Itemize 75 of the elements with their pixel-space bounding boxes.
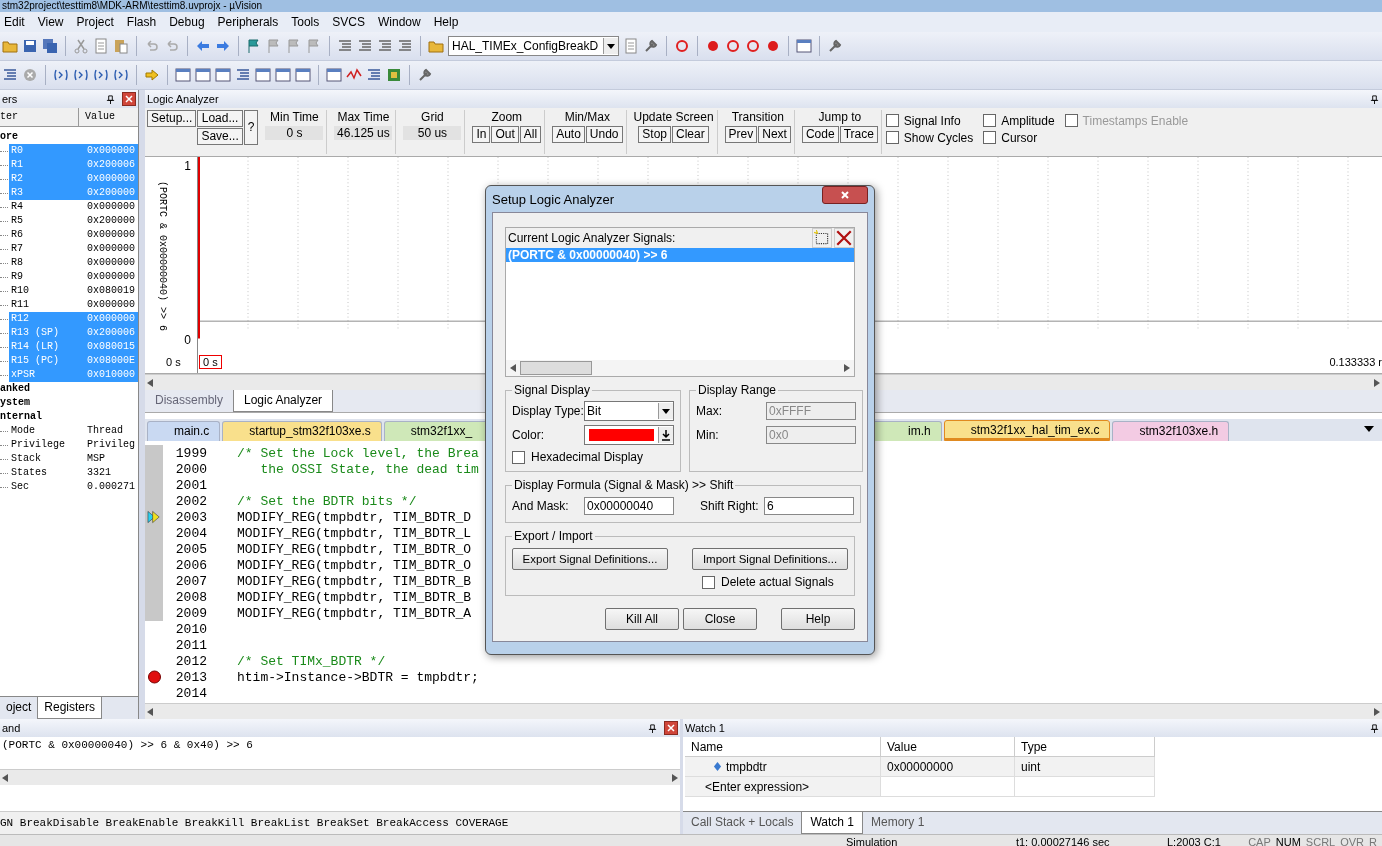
- line-number: 2012: [174, 653, 207, 669]
- code-line: /* Set the BDTR bits */: [237, 493, 417, 509]
- time-label: 0 s: [166, 356, 181, 368]
- window-title: stm32project\testtim8\MDK-ARM\testtim8.uvprojx - µVision: [2, 0, 263, 11]
- line-number: 1999: [174, 445, 207, 461]
- key-indicator: OVR: [1340, 835, 1365, 846]
- time-label: 0.133333 r: [1329, 356, 1382, 368]
- group-label: Transition: [731, 110, 784, 124]
- watch-name: tmpbdtr: [726, 759, 767, 774]
- axis-label: 0: [184, 333, 191, 347]
- dialog-title: Setup Logic Analyzer: [492, 191, 616, 207]
- signal-name: (PORTC & 0x00000040) >> 6: [157, 181, 168, 333]
- group-label: Update Screen: [633, 110, 714, 124]
- field-label: Max:: [696, 404, 723, 418]
- key-indicator: R: [1369, 835, 1377, 846]
- readout-value: 46.125 us: [334, 126, 393, 140]
- line-number: 2014: [174, 685, 207, 701]
- code-line: MODIFY_REG(tmpbdtr, TIM_BDTR_O: [237, 541, 472, 557]
- status-time: t1: 0.00027146 sec: [1015, 835, 1111, 846]
- group-label: Jump to: [818, 110, 862, 124]
- field-label: Color:: [512, 428, 545, 442]
- panel-title: Watch 1: [685, 722, 726, 734]
- axis-label: 1: [184, 159, 191, 173]
- line-number: 2003: [174, 509, 207, 525]
- code-line: MODIFY_REG(tmpbdtr, TIM_BDTR_B: [237, 573, 472, 589]
- line-number: 2007: [174, 573, 207, 589]
- readout-value: 0 s: [265, 126, 324, 140]
- field-label: Min:: [696, 428, 720, 442]
- group-label: Zoom: [491, 110, 523, 124]
- group-label: Min/Max: [564, 110, 610, 124]
- panel-title: and: [2, 722, 22, 734]
- key-indicator: NUM: [1275, 835, 1301, 846]
- code-line: MODIFY_REG(tmpbdtr, TIM_BDTR_A: [237, 605, 472, 621]
- panel-title: Logic Analyzer: [147, 93, 220, 105]
- code-line: /* Set TIMx_BDTR */: [237, 653, 386, 669]
- table-cell: 0x00000000: [881, 757, 1015, 777]
- panel-title: ers: [2, 93, 19, 105]
- line-number: 2002: [174, 493, 207, 509]
- readout-value: 50 us: [403, 126, 462, 140]
- line-number: 2009: [174, 605, 207, 621]
- group-title: Display Range: [697, 383, 778, 397]
- field-label: Display Type:: [512, 404, 584, 418]
- command-help: GN BreakDisable BreakEnable BreakKill BreakList BreakSet BreakAccess COVERAGE: [0, 817, 509, 829]
- line-number: 2000: [174, 461, 207, 477]
- code-line: MODIFY_REG(tmpbdtr, TIM_BDTR_O: [237, 557, 472, 573]
- line-number: 2006: [174, 557, 207, 573]
- readout-label: Grid: [421, 110, 444, 124]
- code-line: MODIFY_REG(tmpbdtr, TIM_BDTR_D: [237, 509, 472, 525]
- key-indicator: CAP: [1248, 835, 1271, 846]
- code-line: /* Set the Lock level, the Brea: [237, 445, 479, 461]
- table-cell: uint: [1015, 757, 1155, 777]
- line-number: 2011: [174, 637, 207, 653]
- command-output: (PORTC & 0x00000040) >> 6 & 0x40) >> 6: [2, 739, 253, 751]
- cursor-time: 0 s: [199, 355, 222, 369]
- line-number: 2010: [174, 621, 207, 637]
- code-line: MODIFY_REG(tmpbdtr, TIM_BDTR_B: [237, 589, 472, 605]
- field-label: Shift Right:: [700, 499, 760, 513]
- group-title: Export / Import: [513, 529, 594, 543]
- group-title: Signal Display: [513, 383, 592, 397]
- status-mode: Simulation: [846, 835, 899, 846]
- line-number: 2008: [174, 589, 207, 605]
- status-position: L:2003 C:1: [1167, 835, 1222, 846]
- readout-label: Max Time: [337, 110, 390, 124]
- line-number: 2004: [174, 525, 207, 541]
- code-line: MODIFY_REG(tmpbdtr, TIM_BDTR_L: [237, 525, 472, 541]
- list-label: Current Logic Analyzer Signals:: [508, 231, 677, 245]
- code-line: htim->Instance->BDTR = tmpbdtr;: [237, 669, 479, 685]
- readout-label: Min Time: [270, 110, 319, 124]
- field-label: And Mask:: [512, 499, 570, 513]
- group-title: Display Formula (Signal & Mask) >> Shift: [513, 478, 735, 492]
- code-line: the OSSI State, the dead tim: [259, 461, 479, 477]
- line-number: 2013: [174, 669, 207, 685]
- line-number: 2001: [174, 477, 207, 493]
- key-indicator: SCRL: [1305, 835, 1336, 846]
- line-number: 2005: [174, 541, 207, 557]
